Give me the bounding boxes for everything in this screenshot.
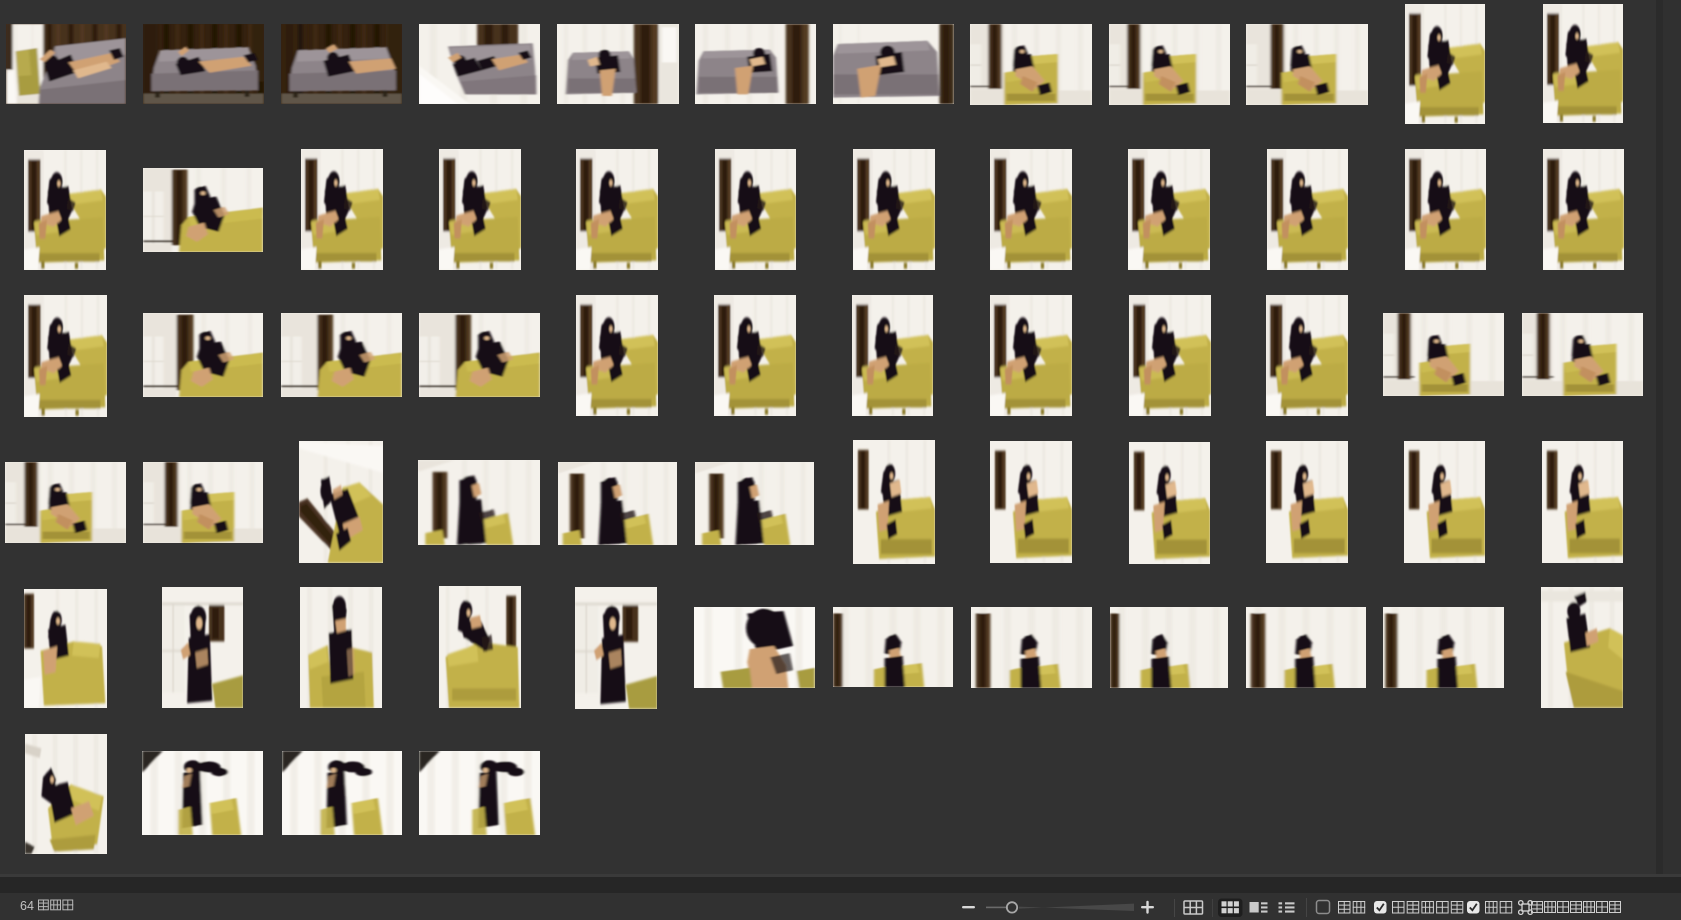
svg-text:64: 64 [20,899,34,913]
